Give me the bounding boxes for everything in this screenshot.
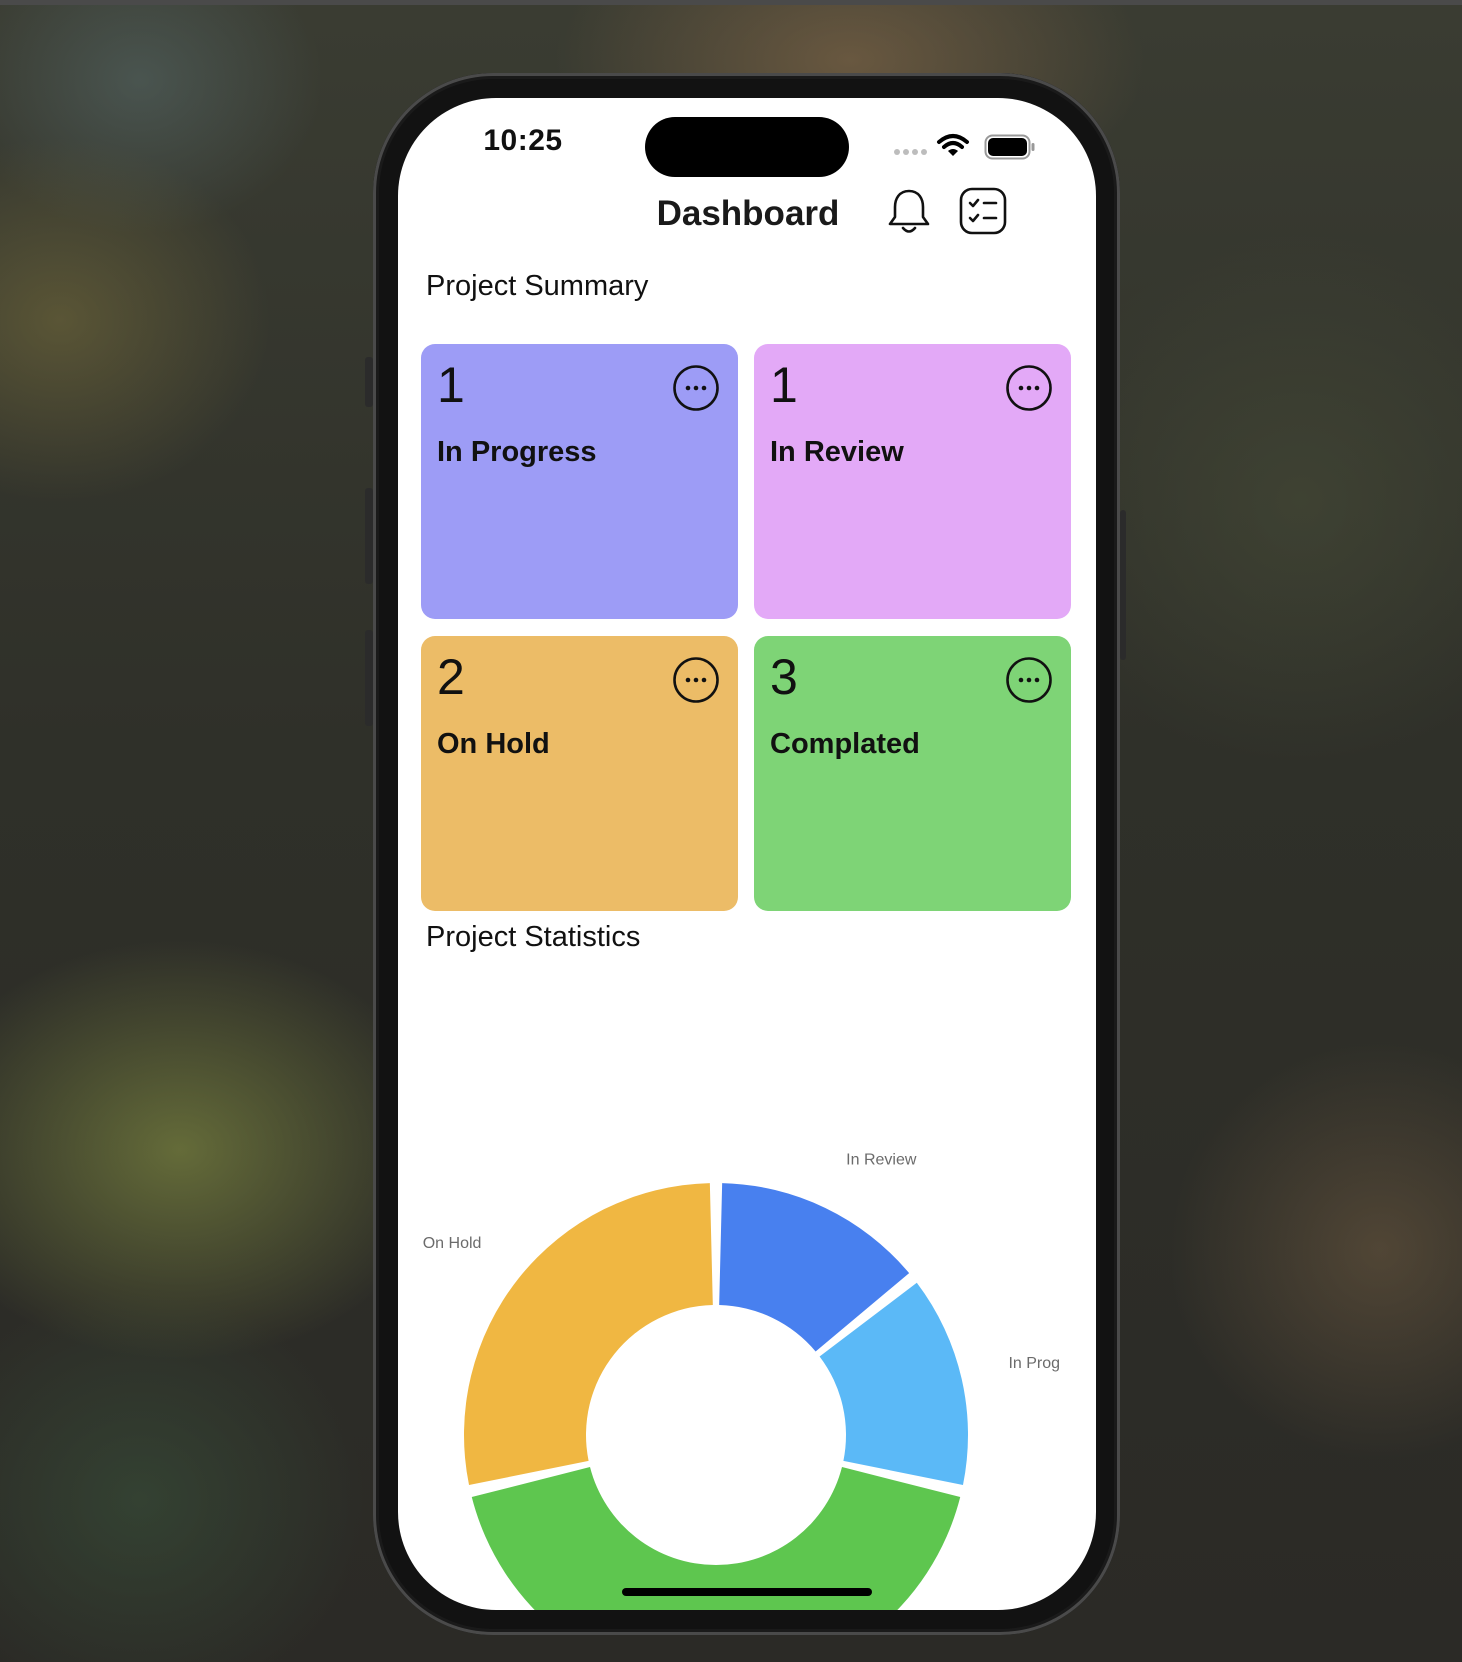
card-completed[interactable]: 3 Complated [754, 636, 1071, 911]
card-label: On Hold [437, 728, 550, 760]
cellular-signal-icon [894, 149, 927, 155]
more-icon[interactable] [672, 656, 720, 704]
card-in-progress[interactable]: 1 In Progress [421, 344, 738, 619]
status-time: 10:25 [483, 124, 563, 157]
page-title: Dashboard [656, 194, 840, 233]
card-count: 1 [437, 357, 465, 413]
more-icon[interactable] [672, 364, 720, 412]
action-button[interactable] [365, 357, 373, 407]
power-button[interactable] [1120, 510, 1126, 660]
phone-screen: 10:25 Dashboard Project Summary 1 In Pro… [398, 98, 1096, 1610]
project-statistics-chart: In Review In Prog On Hold [423, 1152, 1060, 1610]
dynamic-island [645, 117, 849, 177]
slice-label-in-review: In Review [846, 1152, 917, 1169]
card-on-hold[interactable]: 2 On Hold [421, 636, 738, 911]
volume-up-button[interactable] [365, 488, 373, 584]
project-statistics-title: Project Statistics [426, 921, 641, 953]
window-top-edge [0, 0, 1462, 5]
project-summary-title: Project Summary [426, 270, 649, 302]
card-label: Complated [770, 728, 920, 760]
more-icon[interactable] [1005, 364, 1053, 412]
card-count: 2 [437, 649, 465, 705]
card-label: In Progress [437, 436, 597, 468]
slice-label-on-hold: On Hold [423, 1235, 482, 1252]
card-label: In Review [770, 436, 904, 468]
volume-down-button[interactable] [365, 630, 373, 726]
more-icon[interactable] [1005, 656, 1053, 704]
bell-icon[interactable] [886, 187, 932, 237]
card-in-review[interactable]: 1 In Review [754, 344, 1071, 619]
slice-label-in-progress: In Prog [1008, 1355, 1060, 1372]
slice-on-hold[interactable] [463, 1183, 713, 1486]
card-count: 1 [770, 357, 798, 413]
wifi-icon [937, 134, 969, 156]
card-count: 3 [770, 649, 798, 705]
battery-icon [984, 134, 1035, 160]
home-indicator[interactable] [622, 1588, 872, 1596]
checklist-icon[interactable] [959, 187, 1007, 235]
